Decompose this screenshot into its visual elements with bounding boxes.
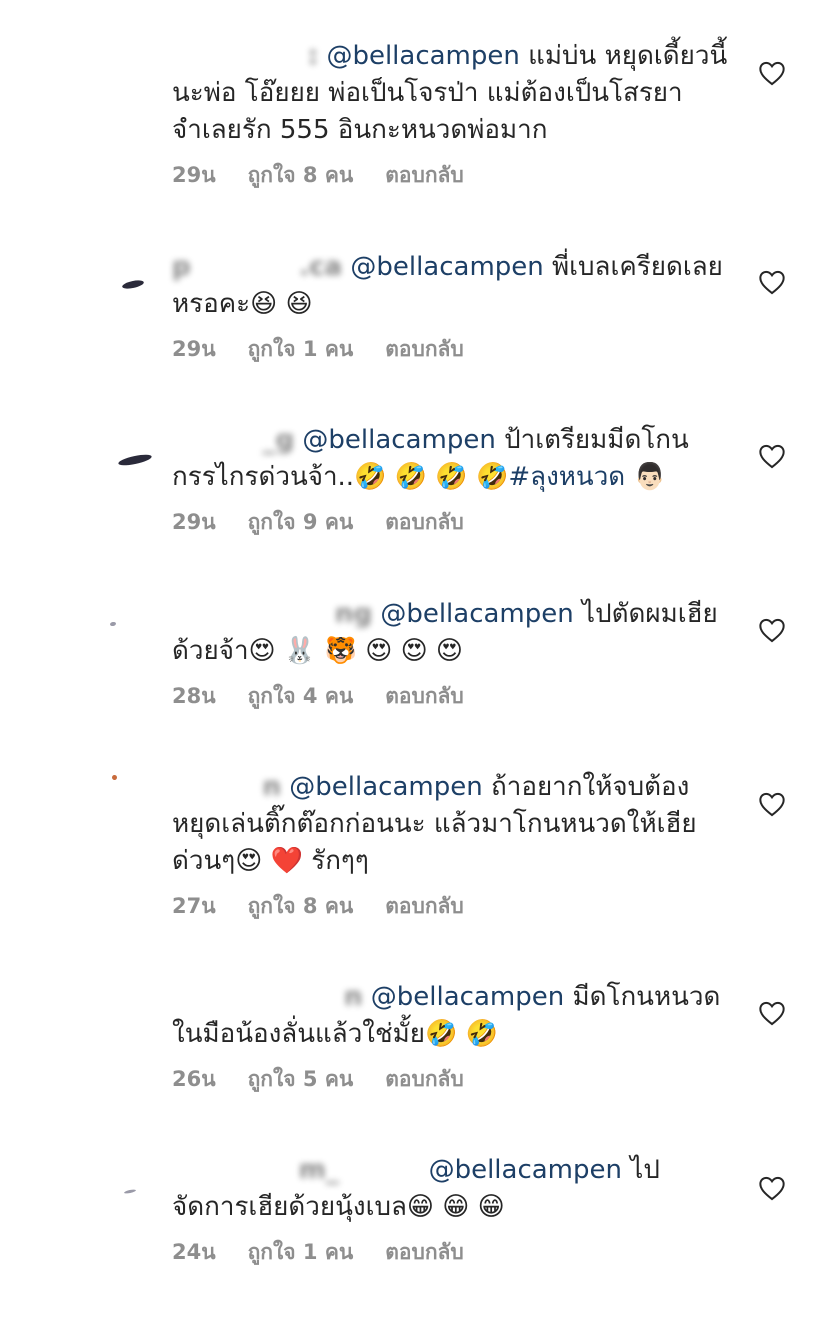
comment-item: : @bellacampen แม่บ่น หยุดเดี้ยวนี้นะพ่อ…	[0, 38, 828, 212]
heart-icon[interactable]	[758, 1175, 786, 1201]
comment-time: 29น	[172, 510, 216, 534]
reply-button[interactable]: ตอบกลับ	[385, 1063, 464, 1096]
comment-body: n @bellacampen ถ้าอยากให้จบต้องหยุดเล่นต…	[172, 769, 732, 923]
reply-button[interactable]: ตอบกลับ	[385, 506, 464, 539]
comment-mention-link[interactable]: @bellacampen	[302, 425, 495, 455]
heart-icon[interactable]	[758, 60, 786, 86]
avatar[interactable]	[110, 271, 162, 311]
comment-username[interactable]: n	[172, 772, 282, 802]
avatar[interactable]	[110, 612, 162, 652]
heart-icon[interactable]	[758, 791, 786, 817]
comment-time: 29น	[172, 163, 216, 187]
comment-text: n @bellacampen มีดโกนหนวดในมือน้องลั่นแล…	[172, 979, 732, 1053]
comment-username[interactable]: m_	[172, 1155, 420, 1185]
reply-button[interactable]: ตอบกลับ	[385, 333, 464, 366]
comment-body: ng @bellacampen ไปตัดผมเฮียด้วยจ้า😍 🐰 🐯 …	[172, 596, 732, 713]
comment-item: n @bellacampen มีดโกนหนวดในมือน้องลั่นแล…	[0, 979, 828, 1153]
comment-time: 26น	[172, 1067, 216, 1091]
comment-meta: 29น ถูกใจ 1 คน ตอบกลับ	[172, 333, 732, 366]
heart-icon[interactable]	[758, 269, 786, 295]
comment-meta: 27น ถูกใจ 8 คน ตอบกลับ	[172, 890, 732, 923]
avatar[interactable]	[110, 771, 162, 811]
comment-body: _g @bellacampen ป้าเตรียมมีดโกนกรรไกรด่ว…	[172, 422, 732, 539]
heart-icon[interactable]	[758, 617, 786, 643]
reply-button[interactable]: ตอบกลับ	[385, 680, 464, 713]
comment-time: 29น	[172, 337, 216, 361]
comment-emoji: 👨🏻	[625, 462, 666, 492]
comment-meta: 26น ถูกใจ 5 คน ตอบกลับ	[172, 1063, 732, 1096]
comment-username[interactable]: _g	[172, 425, 295, 455]
comment-likes-count[interactable]: ถูกใจ 1 คน	[248, 1236, 354, 1269]
comment-time: 28น	[172, 684, 216, 708]
heart-icon[interactable]	[758, 443, 786, 469]
comment-likes-count[interactable]: ถูกใจ 5 คน	[248, 1063, 354, 1096]
comment-meta: 29น ถูกใจ 8 คน ตอบกลับ	[172, 159, 732, 192]
comment-username[interactable]: ng	[172, 599, 372, 629]
comment-username[interactable]: n	[172, 982, 363, 1012]
comment-text: ng @bellacampen ไปตัดผมเฮียด้วยจ้า😍 🐰 🐯 …	[172, 596, 732, 670]
reply-button[interactable]: ตอบกลับ	[385, 890, 464, 923]
comment-item: p .ca @bellacampen พี่เบลเครียดเลยหรอคะ😆…	[0, 249, 828, 423]
comment-meta: 28น ถูกใจ 4 คน ตอบกลับ	[172, 680, 732, 713]
comment-body: p .ca @bellacampen พี่เบลเครียดเลยหรอคะ😆…	[172, 249, 732, 366]
comment-likes-count[interactable]: ถูกใจ 1 คน	[248, 333, 354, 366]
comment-username[interactable]: p .ca	[172, 252, 342, 282]
comment-item: m_ @bellacampen ไปจัดการเฮียด้วยนุ้งเบล😁…	[0, 1152, 828, 1326]
avatar[interactable]	[110, 444, 162, 484]
comment-body: n @bellacampen มีดโกนหนวดในมือน้องลั่นแล…	[172, 979, 732, 1096]
comment-likes-count[interactable]: ถูกใจ 8 คน	[248, 890, 354, 923]
heart-icon[interactable]	[758, 1000, 786, 1026]
reply-button[interactable]: ตอบกลับ	[385, 159, 464, 192]
comment-item: _g @bellacampen ป้าเตรียมมีดโกนกรรไกรด่ว…	[0, 422, 828, 596]
comment-likes-count[interactable]: ถูกใจ 4 คน	[248, 680, 354, 713]
comment-body: : @bellacampen แม่บ่น หยุดเดี้ยวนี้นะพ่อ…	[172, 38, 732, 192]
comment-likes-count[interactable]: ถูกใจ 8 คน	[248, 159, 354, 192]
comment-meta: 24น ถูกใจ 1 คน ตอบกลับ	[172, 1236, 732, 1269]
comment-mention-link[interactable]: @bellacampen	[429, 1155, 622, 1185]
comment-text: : @bellacampen แม่บ่น หยุดเดี้ยวนี้นะพ่อ…	[172, 38, 732, 149]
comment-text: p .ca @bellacampen พี่เบลเครียดเลยหรอคะ😆…	[172, 249, 732, 323]
comment-mention-link[interactable]: @bellacampen	[350, 252, 543, 282]
comment-time: 24น	[172, 1240, 216, 1264]
avatar[interactable]	[110, 1180, 162, 1220]
comment-item: ng @bellacampen ไปตัดผมเฮียด้วยจ้า😍 🐰 🐯 …	[0, 596, 828, 770]
comment-text: m_ @bellacampen ไปจัดการเฮียด้วยนุ้งเบล😁…	[172, 1152, 732, 1226]
comment-mention-link[interactable]: @bellacampen	[380, 599, 573, 629]
comment-likes-count[interactable]: ถูกใจ 9 คน	[248, 506, 354, 539]
reply-button[interactable]: ตอบกลับ	[385, 1236, 464, 1269]
comment-mention-link[interactable]: @bellacampen	[289, 772, 482, 802]
comment-body: m_ @bellacampen ไปจัดการเฮียด้วยนุ้งเบล😁…	[172, 1152, 732, 1269]
comment-hashtag-link[interactable]: #ลุงหนวด	[508, 462, 625, 492]
comment-mention-link[interactable]: @bellacampen	[326, 41, 519, 71]
comment-meta: 29น ถูกใจ 9 คน ตอบกลับ	[172, 506, 732, 539]
comment-username[interactable]: :	[172, 41, 318, 71]
comment-time: 27น	[172, 894, 216, 918]
comment-item: n @bellacampen ถ้าอยากให้จบต้องหยุดเล่นต…	[0, 769, 828, 943]
comment-text: _g @bellacampen ป้าเตรียมมีดโกนกรรไกรด่ว…	[172, 422, 732, 496]
comment-mention-link[interactable]: @bellacampen	[371, 982, 564, 1012]
comment-text: n @bellacampen ถ้าอยากให้จบต้องหยุดเล่นต…	[172, 769, 732, 880]
